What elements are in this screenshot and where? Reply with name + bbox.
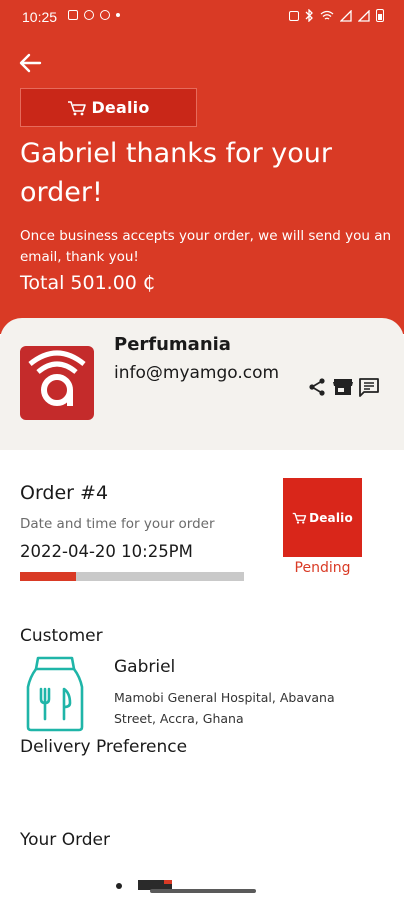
confirmation-message: Once business accepts your order, we wil…	[20, 228, 392, 265]
order-title: Order #4	[20, 482, 109, 504]
wifi-icon	[320, 10, 334, 20]
message-button[interactable]	[358, 376, 380, 398]
store-icon	[333, 379, 353, 395]
cart-icon	[292, 512, 307, 524]
delivery-preference-heading: Delivery Preference	[20, 737, 188, 757]
customer-name: Gabriel	[114, 657, 176, 677]
business-name: Perfumania	[114, 334, 231, 355]
status-logo-brand: Dealio	[309, 510, 353, 525]
order-header: Dealio Gabriel thanks for your order! On…	[0, 34, 404, 334]
business-logo-mark	[28, 350, 86, 406]
business-email[interactable]: info@myamgo.com	[114, 360, 279, 386]
alarm-icon	[289, 10, 299, 21]
arrow-left-icon	[19, 53, 42, 73]
signal-icon	[340, 9, 352, 22]
food-bag-icon	[26, 656, 84, 732]
order-total: Total 501.00 ₵	[20, 272, 156, 294]
share-button[interactable]	[306, 376, 328, 398]
your-order-heading: Your Order	[20, 830, 111, 850]
order-status: Pending	[294, 560, 351, 576]
status-right-icons	[289, 9, 384, 22]
bluetooth-icon	[305, 9, 313, 22]
status-bar: 10:25	[0, 0, 404, 34]
status-time: 10:25	[22, 9, 58, 25]
brand-banner: Dealio	[20, 88, 197, 127]
status-left-icons	[68, 10, 120, 20]
share-icon	[309, 378, 325, 396]
order-date-label: Date and time for your order	[20, 516, 215, 532]
battery-icon	[376, 9, 384, 22]
order-progress-bar	[20, 572, 244, 581]
business-actions	[306, 376, 380, 398]
customer-heading: Customer	[20, 626, 103, 646]
business-card: Perfumania info@myamgo.com	[0, 318, 404, 450]
business-logo	[20, 346, 94, 420]
signal-icon	[358, 9, 370, 22]
customer-address: Mamobi General Hospital, Abavana Street,…	[114, 690, 335, 726]
dot-icon	[116, 13, 120, 17]
image-icon	[68, 10, 78, 20]
status-logo: Dealio	[283, 478, 362, 557]
order-datetime: 2022-04-20 10:25PM	[20, 542, 193, 561]
page-title: Gabriel thanks for your order!	[20, 138, 332, 208]
store-button[interactable]	[332, 376, 354, 398]
message-icon	[359, 378, 379, 397]
notification-icon	[100, 10, 110, 20]
order-progress-fill	[20, 572, 76, 581]
whatsapp-icon	[84, 10, 94, 20]
back-button[interactable]	[18, 52, 44, 74]
cart-icon	[68, 100, 87, 115]
home-indicator[interactable]	[150, 889, 256, 893]
brand-name: Dealio	[91, 98, 150, 117]
